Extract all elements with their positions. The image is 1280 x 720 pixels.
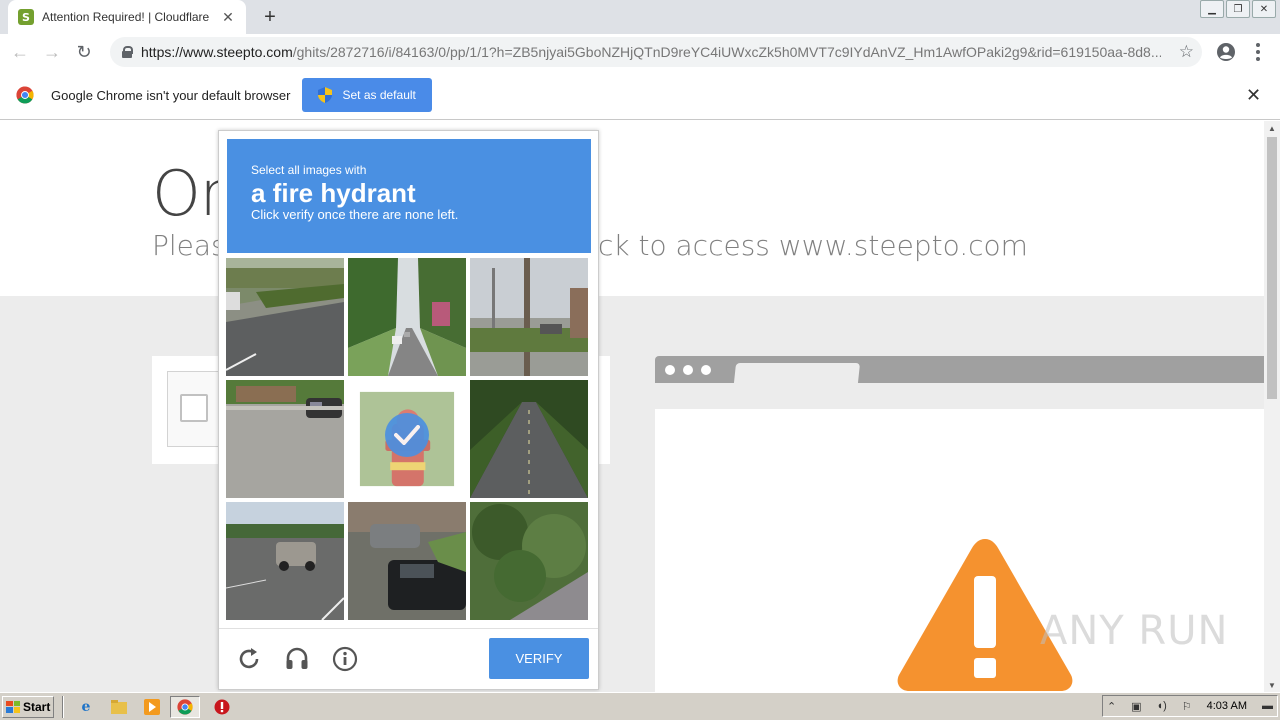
- set-as-default-label: Set as default: [342, 88, 416, 102]
- verify-button[interactable]: VERIFY: [489, 638, 589, 679]
- volume-icon[interactable]: ◖): [1157, 700, 1167, 712]
- tree-lined-street-image: [348, 258, 466, 376]
- challenge-tile[interactable]: [226, 380, 344, 498]
- scroll-down-icon[interactable]: ▼: [1264, 678, 1280, 692]
- back-arrow-icon[interactable]: ←: [6, 39, 34, 67]
- address-bar[interactable]: https://www.steepto.com/ghits/2872716/i/…: [110, 37, 1202, 67]
- file-explorer-icon[interactable]: [108, 696, 130, 718]
- recaptcha-checkbox[interactable]: [180, 394, 208, 422]
- anyrun-watermark: ANY RUN: [1040, 608, 1229, 654]
- windows-taskbar: Start e ⌃ ▣ ◖) ⚐ 4:03 AM ▬: [0, 692, 1280, 720]
- challenge-tile[interactable]: [470, 258, 588, 376]
- challenge-header: Select all images with a fire hydrant Cl…: [227, 139, 591, 253]
- illustration-dot: [665, 365, 675, 375]
- url-text[interactable]: https://www.steepto.com/ghits/2872716/i/…: [141, 44, 1161, 60]
- lock-icon[interactable]: [122, 46, 133, 58]
- close-window-button[interactable]: ✕: [1252, 0, 1276, 18]
- page-subheading-right: ck to access www.steepto.com: [598, 229, 1028, 262]
- system-tray: ⌃ ▣ ◖) ⚐ 4:03 AM ▬: [1102, 695, 1278, 717]
- new-tab-button[interactable]: +: [258, 6, 282, 28]
- page-scrollbar[interactable]: ▲ ▼: [1264, 121, 1280, 692]
- url-host: https://www.steepto.com: [141, 44, 293, 60]
- parking-lot-car-image: [226, 380, 344, 498]
- bookmark-star-icon[interactable]: ☆: [1179, 42, 1194, 62]
- browser-toolbar: ← → ↻ https://www.steepto.com/ghits/2872…: [0, 34, 1280, 71]
- audio-challenge-icon[interactable]: [284, 646, 310, 672]
- site-favicon-icon: S: [18, 9, 34, 25]
- challenge-tile[interactable]: [226, 502, 344, 620]
- network-icon[interactable]: ▣: [1131, 700, 1141, 713]
- taskbar-separator: [62, 695, 64, 718]
- start-button[interactable]: Start: [2, 695, 54, 718]
- illustration-titlebar: [655, 356, 1264, 383]
- tray-expand-icon[interactable]: ⌃: [1107, 700, 1116, 713]
- bushes-image: [470, 502, 588, 620]
- scroll-up-icon[interactable]: ▲: [1264, 121, 1280, 135]
- challenge-image-grid: [226, 258, 592, 624]
- scroll-thumb[interactable]: [1267, 137, 1277, 399]
- utility-pole-street-image: [470, 258, 588, 376]
- challenge-tile[interactable]: [470, 380, 588, 498]
- url-path: /ghits/2872716/i/84163/0/pp/1/1?h=ZB5njy…: [292, 44, 1161, 60]
- parked-cars-image: [348, 502, 466, 620]
- internet-explorer-icon[interactable]: e: [75, 696, 97, 718]
- challenge-tile[interactable]: [226, 258, 344, 376]
- media-player-icon[interactable]: [141, 696, 163, 718]
- illustration-tab: [733, 363, 861, 383]
- default-browser-infobar: Google Chrome isn't your default browser…: [0, 71, 1280, 120]
- recaptcha-challenge: Select all images with a fire hydrant Cl…: [218, 130, 599, 690]
- road-curb-image: [226, 258, 344, 376]
- set-as-default-button[interactable]: Set as default: [302, 78, 432, 112]
- challenge-tile[interactable]: [348, 380, 466, 498]
- reload-icon[interactable]: ↻: [70, 39, 98, 67]
- illustration-dot: [683, 365, 693, 375]
- challenge-tile[interactable]: [470, 502, 588, 620]
- challenge-prompt: Select all images with: [251, 163, 367, 177]
- page-content: On Pleas ck to access www.steepto.com: [0, 121, 1264, 692]
- tab-title: Attention Required! | Cloudflare: [42, 10, 210, 24]
- taskbar-clock[interactable]: 4:03 AM: [1207, 700, 1247, 712]
- security-alert-icon[interactable]: [211, 696, 233, 718]
- uac-shield-icon: [318, 87, 333, 103]
- challenge-target: a fire hydrant: [251, 178, 416, 208]
- challenge-tile[interactable]: [348, 502, 466, 620]
- empty-road-image: [470, 380, 588, 498]
- show-desktop-icon[interactable]: ▬: [1262, 700, 1273, 712]
- tab-strip: S Attention Required! | Cloudflare ✕ + ▁…: [0, 0, 1280, 34]
- infobar-message: Google Chrome isn't your default browser: [51, 87, 291, 103]
- action-center-flag-icon[interactable]: ⚐: [1182, 700, 1192, 713]
- selected-check-icon: [385, 413, 429, 457]
- minimize-button[interactable]: ▁: [1200, 0, 1224, 18]
- forward-arrow-icon[interactable]: →: [38, 39, 66, 67]
- challenge-instruction: Click verify once there are none left.: [251, 207, 459, 222]
- browser-tab[interactable]: S Attention Required! | Cloudflare ✕: [8, 0, 246, 34]
- infobar-close-icon[interactable]: ✕: [1246, 85, 1261, 106]
- reload-challenge-icon[interactable]: [236, 646, 262, 672]
- chrome-taskbar-icon[interactable]: [170, 695, 200, 718]
- challenge-footer: VERIFY: [219, 628, 598, 690]
- illustration-dot: [701, 365, 711, 375]
- start-label: Start: [23, 699, 51, 714]
- profile-avatar-icon[interactable]: [1215, 41, 1237, 63]
- window-controls: ▁ ❐ ✕: [1200, 0, 1276, 18]
- page-subheading-left: Pleas: [152, 229, 226, 262]
- chrome-menu-icon[interactable]: [1250, 40, 1266, 64]
- tab-close-icon[interactable]: ✕: [220, 9, 236, 25]
- windows-logo-icon: [6, 700, 20, 713]
- info-icon[interactable]: [332, 646, 358, 672]
- restore-button[interactable]: ❐: [1226, 0, 1250, 18]
- chrome-logo-icon: [16, 86, 34, 104]
- challenge-tile[interactable]: [348, 258, 466, 376]
- suv-road-image: [226, 502, 344, 620]
